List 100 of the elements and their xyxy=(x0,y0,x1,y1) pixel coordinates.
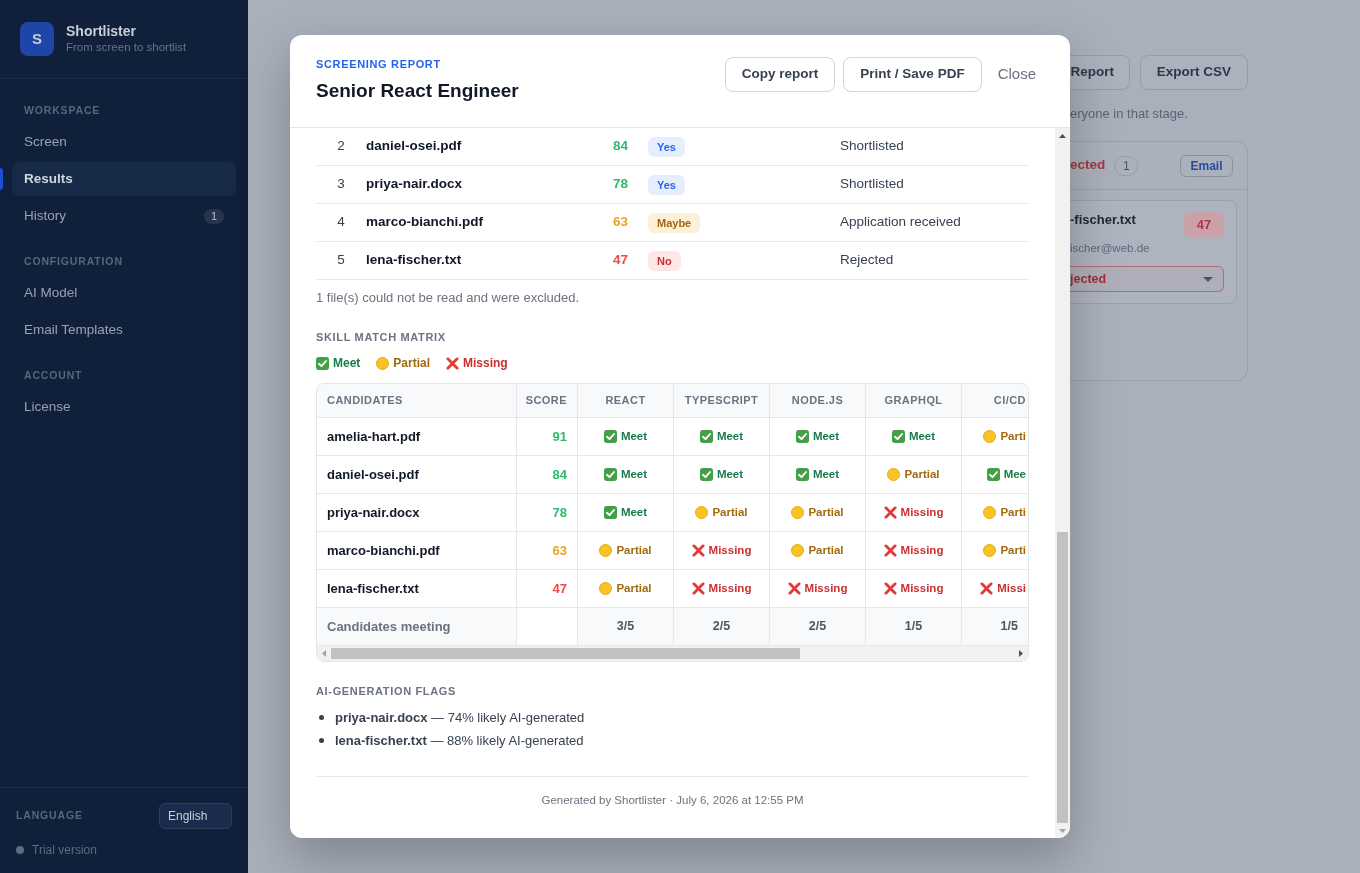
match-label: Parti xyxy=(1000,542,1026,558)
nav-item[interactable]: License xyxy=(12,390,236,424)
nav-label: Screen xyxy=(24,132,67,151)
table-cell: Candidates meeting xyxy=(317,608,517,646)
verdict-tag: No xyxy=(648,250,681,271)
nav-item[interactable]: Email Templates xyxy=(12,313,236,347)
table-cell-text: lena-fischer.txt xyxy=(366,251,463,270)
section-heading: CONFIGURATION xyxy=(23,254,124,268)
table-cell-text: 5 xyxy=(336,251,346,270)
circle-icon xyxy=(983,544,997,557)
count-badge: 1 xyxy=(203,208,224,224)
nav-label: History xyxy=(24,206,66,225)
table-cell: amelia-hart.pdf xyxy=(317,418,517,456)
stage-title: ected xyxy=(1070,156,1106,175)
nav-label: AI Model xyxy=(24,283,78,302)
match-label: Partial xyxy=(808,542,844,558)
bullet-icon xyxy=(319,738,324,743)
circle-icon xyxy=(791,506,805,519)
logo-tile: S xyxy=(20,22,54,56)
report-button[interactable]: Report xyxy=(1070,55,1130,90)
table-cell: daniel-osei.pdf xyxy=(317,456,517,494)
circle-icon xyxy=(887,468,901,481)
check-mark-icon xyxy=(316,356,329,370)
table-cell-text: Rejected xyxy=(839,251,895,270)
legend-label: Meet xyxy=(333,355,361,372)
nav-item[interactable]: History 1 xyxy=(12,199,236,233)
nav-item[interactable]: Screen xyxy=(12,125,236,159)
verdict-tag: Maybe xyxy=(648,212,701,233)
flag-text: lena-fischer.txt — 88% likely AI-generated xyxy=(335,731,584,750)
table-cell-text: Shortlisted xyxy=(839,137,905,156)
match-label: Meet xyxy=(812,428,840,444)
verdict-tag: Yes xyxy=(648,136,685,157)
check-mark-icon xyxy=(603,430,617,443)
match-label: Meet xyxy=(620,466,648,482)
down-arrow-icon[interactable] xyxy=(1059,828,1066,833)
check-mark-icon xyxy=(699,468,713,481)
table-cell-text: Application received xyxy=(839,213,962,232)
table-cell: 1/5 xyxy=(962,608,1028,646)
match-label: Meet xyxy=(620,428,648,444)
section-heading: WORKSPACE xyxy=(23,103,102,117)
table-cell: 1/5 xyxy=(866,608,962,646)
match-label: Partial xyxy=(712,504,748,520)
right-arrow-icon[interactable] xyxy=(1019,650,1023,657)
column-header: CANDIDATES xyxy=(317,384,517,418)
report-eyebrow: SCREENING REPORT xyxy=(316,58,442,71)
match-label: Missi xyxy=(997,580,1026,596)
app-name: Shortlister xyxy=(66,23,137,40)
table-cell: priya-nair.docx xyxy=(317,494,517,532)
caret-icon xyxy=(1203,276,1213,282)
action-button[interactable]: Print / Save PDF xyxy=(843,57,982,92)
flag-text: priya-nair.docx — 74% likely AI-generated xyxy=(335,708,585,727)
language-label: LANGUAGE xyxy=(16,808,83,824)
candidate-email: ischer@web.de xyxy=(1070,241,1151,255)
legend-label: Partial xyxy=(393,355,431,372)
match-label: Meet xyxy=(812,466,840,482)
check-mark-icon xyxy=(795,468,809,481)
check-mark-icon xyxy=(795,430,809,443)
table-cell: 78 xyxy=(517,494,578,532)
circle-icon xyxy=(983,430,997,443)
match-label: Partial xyxy=(616,580,652,596)
match-label: Meet xyxy=(620,504,648,520)
table-cell: marco-bianchi.pdf xyxy=(317,532,517,570)
column-header: CI/CD xyxy=(962,384,1028,418)
table-cell: 3/5 xyxy=(578,608,674,646)
match-label: Missing xyxy=(708,542,752,558)
match-label: Missing xyxy=(900,580,944,596)
nav-item[interactable]: AI Model xyxy=(12,276,236,310)
section-heading: ACCOUNT xyxy=(23,368,84,382)
scrollbar-thumb[interactable] xyxy=(1057,532,1068,823)
action-button[interactable]: Copy report xyxy=(724,57,836,92)
check-mark-icon xyxy=(603,506,617,519)
table-cell-text: marco-bianchi.pdf xyxy=(366,213,484,232)
table-cell-text: priya-nair.docx xyxy=(366,175,464,194)
export-csv-button[interactable]: Export CSV xyxy=(1140,55,1248,90)
language-select[interactable]: English xyxy=(159,803,232,829)
left-arrow-icon[interactable] xyxy=(322,650,326,657)
column-header: NODE.JS xyxy=(770,384,866,418)
table-cell-text: 2 xyxy=(336,137,346,156)
email-button[interactable]: Email xyxy=(1180,154,1233,177)
match-label: Partial xyxy=(808,504,844,520)
table-cell-text: 47 xyxy=(611,251,629,270)
match-label: Meet xyxy=(908,428,936,444)
circle-icon xyxy=(791,544,805,557)
bullet-icon xyxy=(319,715,324,720)
close-button[interactable]: Close xyxy=(989,57,1044,92)
table-cell-text: Shortlisted xyxy=(839,175,905,194)
check-mark-icon xyxy=(891,430,905,443)
table-cell xyxy=(517,608,578,646)
table-cell-text: 4 xyxy=(336,213,346,232)
legend-label: Missing xyxy=(463,355,508,372)
horizontal-scrollbar[interactable] xyxy=(317,646,1028,661)
table-cell: 2/5 xyxy=(674,608,770,646)
scrollbar-thumb[interactable] xyxy=(331,648,800,659)
check-mark-icon xyxy=(699,430,713,443)
check-mark-icon xyxy=(986,468,1000,481)
active-indicator xyxy=(0,168,3,190)
vertical-scrollbar[interactable] xyxy=(1055,128,1070,838)
match-label: Missing xyxy=(804,580,848,596)
plan-label: Trial version xyxy=(32,842,97,859)
up-arrow-icon[interactable] xyxy=(1059,133,1066,138)
